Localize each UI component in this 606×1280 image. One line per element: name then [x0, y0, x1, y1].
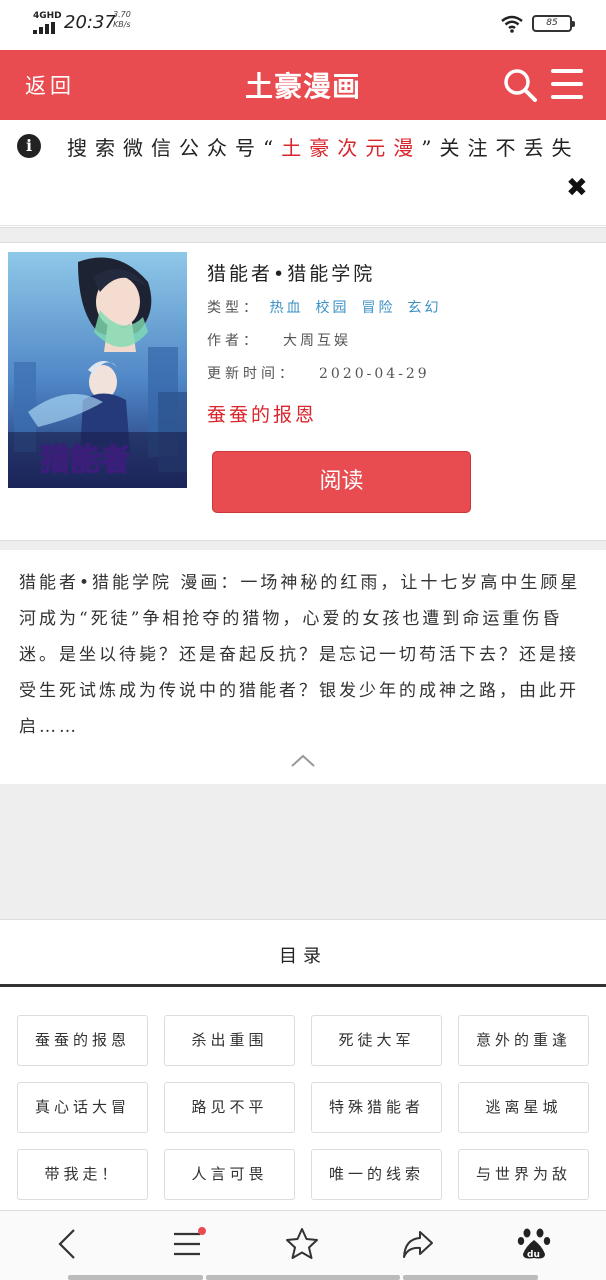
update-date: 2020-04-29: [319, 366, 430, 382]
search-icon[interactable]: [502, 67, 538, 103]
toc-title[interactable]: 目录: [0, 942, 606, 968]
gesture-bar: [403, 1275, 538, 1280]
star-icon[interactable]: [284, 1226, 320, 1262]
menu-icon[interactable]: [551, 69, 585, 101]
svg-text:du: du: [527, 1250, 540, 1260]
info-icon: i: [17, 134, 41, 158]
tag-link[interactable]: 冒险: [361, 300, 395, 316]
clock: 20:37: [64, 12, 116, 33]
chapter-item[interactable]: 带我走！: [17, 1149, 148, 1200]
author-name: 大周互娱: [283, 333, 351, 349]
cover-title: 猎能者: [40, 443, 130, 478]
comic-updated: 更新时间： 2020-04-29: [207, 366, 430, 382]
comic-author: 作者： 大周互娱: [207, 333, 351, 349]
chapter-item[interactable]: 杀出重围: [164, 1015, 295, 1066]
back-button[interactable]: 返回: [25, 70, 75, 100]
notice-text: 搜索微信公众号“土豪次元漫”关注不丢失: [67, 136, 580, 160]
wifi-icon: [501, 15, 523, 33]
comic-cover[interactable]: 猎能者: [8, 252, 187, 488]
share-icon[interactable]: [400, 1226, 436, 1262]
gesture-bar: [68, 1275, 203, 1280]
latest-chapter-link[interactable]: 蚕蚕的报恩: [207, 400, 317, 427]
battery-icon: 85: [532, 15, 575, 32]
chapter-item[interactable]: 蚕蚕的报恩: [17, 1015, 148, 1066]
comic-title: 猎能者•猎能学院: [207, 263, 376, 285]
notification-dot: [198, 1227, 206, 1235]
chapter-item[interactable]: 路见不平: [164, 1082, 295, 1133]
chapter-item[interactable]: 死徒大军: [311, 1015, 442, 1066]
network-type: 4GHD: [33, 11, 62, 21]
chapter-item[interactable]: 真心话大冒: [17, 1082, 148, 1133]
gesture-bar: [206, 1275, 400, 1280]
chapter-item[interactable]: 逃离星城: [458, 1082, 589, 1133]
status-bar: 4GHD 20:37 3.70 KB/s 85: [0, 0, 606, 50]
read-button[interactable]: 阅读: [212, 451, 471, 513]
chapter-item[interactable]: 意外的重逢: [458, 1015, 589, 1066]
tag-link[interactable]: 校园: [315, 300, 349, 316]
chapter-item[interactable]: 特殊猎能者: [311, 1082, 442, 1133]
close-icon[interactable]: ✖: [566, 174, 588, 202]
baidu-icon[interactable]: du: [516, 1226, 552, 1262]
comic-type: 类型： 热血 校园 冒险 玄幻: [207, 300, 442, 316]
tag-link[interactable]: 热血: [269, 300, 303, 316]
chevron-up-icon[interactable]: [290, 752, 316, 768]
signal-icon: [33, 22, 55, 34]
chapter-item[interactable]: 唯一的线索: [311, 1149, 442, 1200]
chapter-item[interactable]: 与世界为敌: [458, 1149, 589, 1200]
back-icon[interactable]: [50, 1226, 86, 1262]
spacer: [0, 784, 606, 920]
notice-highlight: 土豪次元漫: [281, 136, 422, 160]
divider: [0, 227, 606, 243]
network-speed: 3.70 KB/s: [113, 10, 131, 29]
chapter-item[interactable]: 人言可畏: [164, 1149, 295, 1200]
divider: [0, 540, 606, 550]
tag-link[interactable]: 玄幻: [407, 300, 441, 316]
synopsis-text: 猎能者•猎能学院 漫画：一场神秘的红雨，让十七岁高中生顾星河成为“死徒”争相抢夺…: [19, 573, 581, 737]
app-header: 返回 土豪漫画: [0, 50, 606, 120]
